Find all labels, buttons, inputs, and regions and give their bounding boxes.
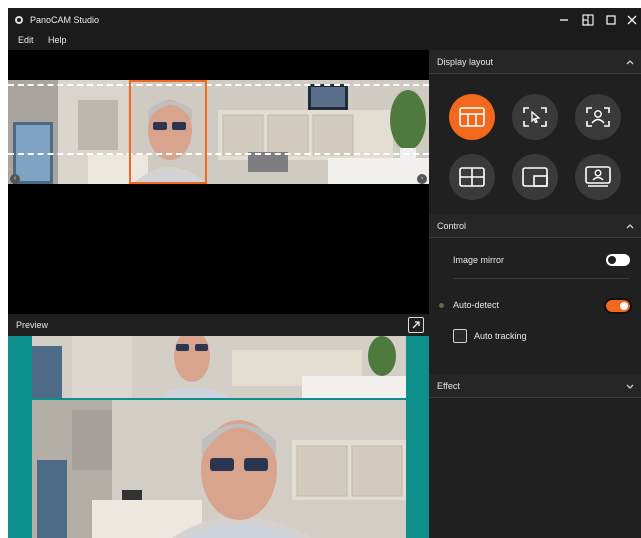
preview-label: Preview	[16, 320, 49, 330]
snap-button[interactable]	[577, 10, 599, 30]
layout-panorama-button[interactable]	[449, 94, 495, 140]
office-scene-graphic	[8, 80, 429, 184]
presenter-icon	[585, 166, 611, 187]
effect-header[interactable]: Effect	[429, 374, 641, 398]
layout-grid-button[interactable]	[449, 154, 495, 200]
preview-panorama-strip	[32, 336, 406, 398]
display-layout-header[interactable]: Display layout	[429, 50, 641, 74]
preview-popout-button[interactable]	[408, 317, 424, 333]
face-detection-box[interactable]	[129, 80, 207, 184]
picture-in-picture-icon	[522, 167, 548, 187]
app-logo-icon	[15, 16, 23, 24]
preview-speaker-view	[32, 400, 406, 538]
control-header[interactable]: Control	[429, 214, 641, 238]
main-camera-view: ‹ ›	[8, 50, 429, 314]
popout-icon	[412, 321, 420, 329]
preview-area	[8, 336, 429, 538]
layout-pip-button[interactable]	[512, 154, 558, 200]
close-button[interactable]	[621, 10, 641, 30]
maximize-icon	[606, 15, 616, 25]
auto-detect-toggle[interactable]	[604, 298, 632, 314]
layout-pointer-focus-button[interactable]	[512, 94, 558, 140]
chevron-up-icon	[626, 224, 634, 229]
preview-header: Preview	[8, 314, 429, 336]
maximize-button[interactable]	[600, 10, 622, 30]
control-divider	[453, 278, 629, 279]
minimize-button[interactable]	[553, 10, 575, 30]
auto-detect-label: Auto-detect	[453, 300, 500, 310]
effect-title: Effect	[437, 381, 460, 391]
app-title: PanoCAM Studio	[30, 15, 100, 25]
display-layout-title: Display layout	[437, 57, 494, 67]
close-icon	[627, 15, 637, 25]
layout-person-focus-button[interactable]	[575, 94, 621, 140]
menu-edit[interactable]: Edit	[18, 35, 34, 45]
person-focus-icon	[586, 107, 610, 127]
image-mirror-label: Image mirror	[453, 255, 505, 265]
panorama-layout-icon	[459, 107, 485, 127]
minimize-icon	[560, 19, 568, 21]
auto-detect-status-dot	[439, 303, 444, 308]
layout-presenter-button[interactable]	[575, 154, 621, 200]
grid-layout-icon	[459, 167, 485, 187]
chevron-up-icon	[626, 60, 634, 65]
chevron-down-icon	[626, 384, 634, 389]
menu-bar: Edit Help	[8, 32, 641, 50]
selection-guide-top	[8, 84, 429, 86]
selection-guide-bottom	[8, 153, 429, 155]
title-bar: PanoCAM Studio	[8, 8, 641, 32]
menu-help[interactable]: Help	[48, 35, 67, 45]
image-mirror-toggle[interactable]	[606, 254, 630, 266]
auto-tracking-label: Auto tracking	[474, 331, 527, 341]
panorama-image	[8, 80, 429, 184]
settings-panel: Display layout Control Image mirror Auto…	[429, 50, 641, 538]
pan-left-button[interactable]: ‹	[10, 174, 20, 184]
pan-right-button[interactable]: ›	[417, 174, 427, 184]
snap-icon	[582, 14, 594, 26]
auto-tracking-checkbox[interactable]	[453, 329, 467, 343]
app-window: PanoCAM Studio Edit Help ‹ › Preview Dis…	[8, 8, 641, 538]
control-title: Control	[437, 221, 467, 231]
pointer-focus-icon	[523, 107, 547, 127]
